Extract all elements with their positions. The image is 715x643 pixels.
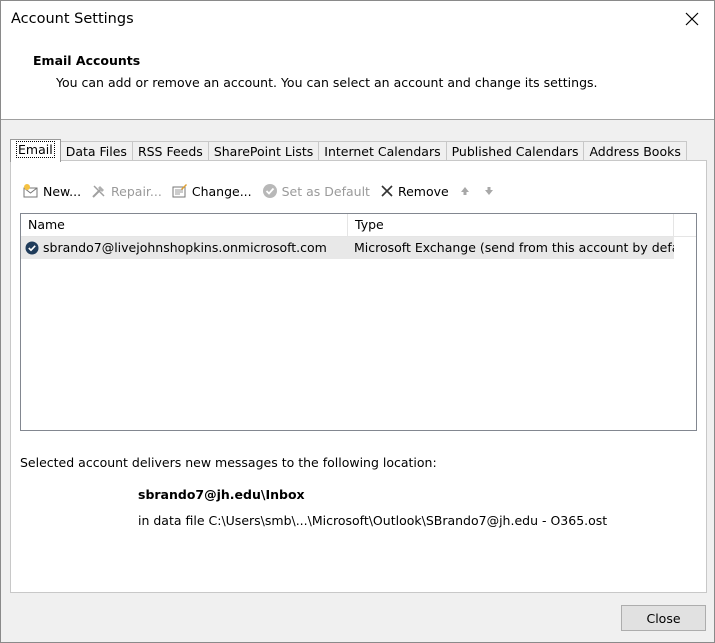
account-settings-dialog: Account Settings Email Accounts You can … [0,0,715,643]
tab-published-calendars[interactable]: Published Calendars [445,141,585,162]
account-name-cell: sbrando7@livejohnshopkins.onmicrosoft.co… [21,237,348,259]
remove-button[interactable]: Remove [380,184,449,199]
remove-x-icon [381,185,393,197]
dialog-header: Account Settings Email Accounts You can … [1,1,714,120]
move-up-button[interactable] [459,185,475,197]
tab-email[interactable]: Email [10,139,61,162]
new-account-icon [23,184,38,198]
section-description: You can add or remove an account. You ca… [56,75,598,90]
close-window-button[interactable] [680,7,704,31]
tab-bar: Email Data Files RSS Feeds SharePoint Li… [10,139,687,162]
window-title: Account Settings [11,11,134,27]
delivery-label: Selected account delivers new messages t… [20,455,437,470]
move-down-button[interactable] [483,185,499,197]
default-account-check-icon [25,241,39,255]
delivery-location: sbrando7@jh.edu\Inbox [138,487,305,502]
close-icon [685,12,699,26]
change-button[interactable]: Change... [172,183,252,199]
list-header: Name Type [21,214,696,237]
column-header-name[interactable]: Name [21,214,348,236]
change-account-icon [172,184,187,198]
arrow-down-icon [484,187,493,195]
accounts-list[interactable]: Name Type sbrando7@livejohnshopkins.onmi… [20,213,697,431]
repair-tools-icon [92,185,105,198]
repair-button[interactable]: Repair... [91,183,162,199]
column-header-type[interactable]: Type [348,214,674,236]
tab-sharepoint-lists[interactable]: SharePoint Lists [207,141,320,162]
tab-data-files[interactable]: Data Files [59,141,133,162]
delivery-data-file: in data file C:\Users\smb\...\Microsoft\… [138,513,608,528]
tab-address-books[interactable]: Address Books [583,141,687,162]
check-circle-icon [262,184,277,198]
new-button[interactable]: New... [23,183,81,199]
account-row[interactable]: sbrando7@livejohnshopkins.onmicrosoft.co… [21,237,674,259]
account-type-cell: Microsoft Exchange (send from this accou… [354,240,674,255]
tab-internet-calendars[interactable]: Internet Calendars [318,141,447,162]
close-button[interactable]: Close [621,605,706,631]
set-as-default-button[interactable]: Set as Default [262,183,370,199]
arrow-up-icon [460,187,469,195]
email-tab-panel: New... Repair... Change... Set as Defaul… [10,160,707,593]
section-title: Email Accounts [33,53,141,68]
tab-rss-feeds[interactable]: RSS Feeds [131,141,209,162]
account-toolbar: New... Repair... Change... Set as Defaul… [23,181,507,201]
